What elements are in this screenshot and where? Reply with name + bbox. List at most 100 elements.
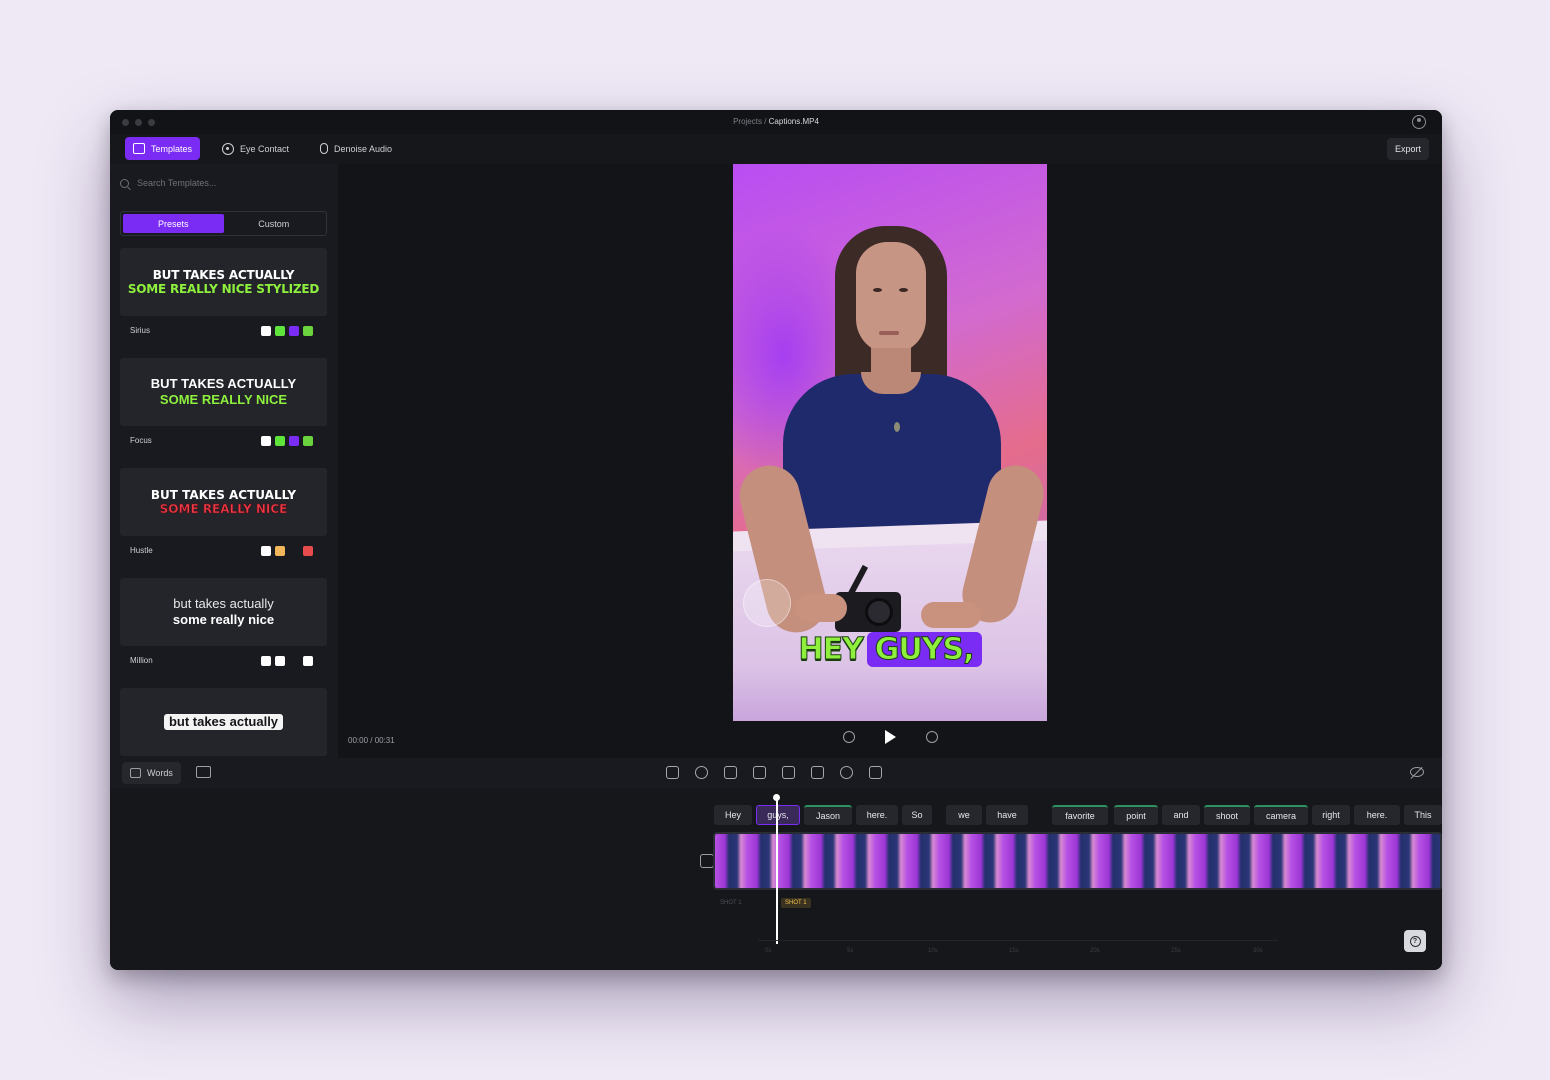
playback-controls (843, 730, 938, 744)
preview-line-2: SOME REALLY NICE (159, 392, 288, 407)
top-toolbar: Templates Eye Contact Denoise Audio (110, 134, 1442, 164)
eye-icon (222, 142, 234, 155)
tab-custom[interactable]: Custom (224, 214, 325, 233)
color-swatch[interactable] (303, 546, 313, 556)
title-bar: Projects / Captions.MP4 (110, 110, 1442, 134)
ruler-tick: 5s (847, 948, 854, 954)
template-name: Million (130, 656, 153, 665)
word-chip-selected[interactable]: guys, (756, 805, 800, 825)
color-swatch[interactable] (275, 546, 285, 556)
caption-overlay[interactable]: HEY GUYS, (733, 632, 1047, 668)
word-chip[interactable]: and (1162, 805, 1200, 825)
time-ruler (758, 940, 1278, 941)
word-chip[interactable]: camera (1254, 805, 1308, 825)
person-mouth (879, 331, 899, 335)
word-chip[interactable]: have (986, 805, 1028, 825)
person-eye (899, 288, 908, 292)
word-chip[interactable]: This (1404, 805, 1442, 825)
template-name: Hustle (130, 546, 153, 555)
preview-line-2: SOME REALLY NICE (159, 502, 288, 517)
color-swatch[interactable] (275, 656, 285, 666)
template-card-pill[interactable]: but takes actually (120, 688, 327, 758)
add-media-icon[interactable] (666, 766, 679, 779)
ruler-tick: 15s (1009, 948, 1019, 954)
color-swatch[interactable] (289, 436, 299, 446)
color-swatch[interactable] (303, 326, 313, 336)
help-button[interactable]: ? (1404, 930, 1426, 952)
word-chip[interactable]: we (946, 805, 982, 825)
ruler-tick: 10s (928, 948, 938, 954)
hide-icon[interactable] (1410, 767, 1424, 777)
denoise-audio-button[interactable]: Denoise Audio (312, 137, 400, 160)
audio-icon[interactable] (782, 766, 795, 779)
template-card-sirius[interactable]: BUT TAKES ACTUALLY SOME REALLY NICE STYL… (120, 248, 327, 348)
timeline: Hey guys, Jason here. So we have favorit… (110, 788, 1442, 970)
color-swatch[interactable] (261, 656, 271, 666)
preset-custom-toggle: Presets Custom (120, 211, 327, 236)
profile-icon[interactable] (1412, 115, 1426, 129)
template-preview: BUT TAKES ACTUALLY SOME REALLY NICE STYL… (120, 248, 327, 316)
color-swatch-empty (289, 546, 299, 556)
word-chip[interactable]: here. (856, 805, 898, 825)
template-card-hustle[interactable]: BUT TAKES ACTUALLY SOME REALLY NICE Hust… (120, 468, 327, 568)
word-chip[interactable]: right (1312, 805, 1350, 825)
eye-contact-button[interactable]: Eye Contact (214, 137, 297, 160)
color-swatch[interactable] (261, 436, 271, 446)
caption-word-highlighted: GUYS, (866, 632, 982, 668)
sparkle-icon[interactable] (695, 766, 708, 779)
word-chip[interactable]: Hey (714, 805, 752, 825)
person-hand-left (795, 594, 847, 622)
preview-line-1: BUT TAKES ACTUALLY (152, 267, 295, 282)
caption-word: HEY (798, 632, 864, 668)
color-swatch[interactable] (261, 326, 271, 336)
color-swatch[interactable] (289, 326, 299, 336)
forward-icon[interactable] (926, 731, 938, 743)
camera-lens (865, 598, 893, 626)
color-swatch[interactable] (303, 436, 313, 446)
word-chip[interactable]: point (1114, 805, 1158, 825)
template-card-focus[interactable]: BUT TAKES ACTUALLY SOME REALLY NICE Focu… (120, 358, 327, 458)
touch-indicator (743, 579, 791, 627)
color-swatches (261, 436, 313, 446)
frame-icon[interactable] (811, 766, 824, 779)
word-chip[interactable]: here. (1354, 805, 1400, 825)
trash-icon[interactable] (869, 766, 882, 779)
crop-icon[interactable] (753, 766, 766, 779)
tab-presets[interactable]: Presets (123, 214, 224, 233)
shot-label: SHOT 1 (720, 900, 742, 906)
templates-icon (133, 143, 145, 154)
rewind-icon[interactable] (843, 731, 855, 743)
color-swatch[interactable] (261, 546, 271, 556)
color-swatches (261, 656, 313, 666)
templates-button[interactable]: Templates (125, 137, 201, 160)
word-chip[interactable]: shoot (1204, 805, 1250, 825)
playhead[interactable] (773, 794, 779, 944)
template-search[interactable]: Search Templates... (120, 174, 328, 192)
ruler-tick: 0s (765, 948, 772, 954)
color-swatch[interactable] (275, 326, 285, 336)
link-icon[interactable] (700, 854, 714, 868)
app-window: Projects / Captions.MP4 Templates Eye Co… (110, 110, 1442, 970)
color-swatch[interactable] (275, 436, 285, 446)
fullscreen-icon[interactable] (724, 766, 737, 779)
play-icon[interactable] (885, 730, 896, 744)
microphone-icon (320, 143, 328, 154)
color-swatch[interactable] (303, 656, 313, 666)
word-chip[interactable]: Jason (804, 805, 852, 825)
color-swatch-empty (289, 656, 299, 666)
template-card-million[interactable]: but takes actually some really nice Mill… (120, 578, 327, 678)
emoji-icon[interactable] (840, 766, 853, 779)
timeline-toolbar: Words (110, 758, 1442, 788)
export-button[interactable]: Export (1386, 138, 1429, 160)
breadcrumb-root[interactable]: Projects / (733, 117, 766, 126)
word-chip[interactable]: So (902, 805, 932, 825)
word-chip[interactable]: favorite (1052, 805, 1108, 825)
video-clip-track[interactable] (713, 832, 1442, 890)
breadcrumb: Projects / Captions.MP4 (110, 117, 1442, 126)
breadcrumb-file: Captions.MP4 (768, 117, 819, 126)
video-frame[interactable]: HEY GUYS, (733, 164, 1047, 721)
closed-captions-icon[interactable] (196, 766, 211, 778)
shot-label-current[interactable]: SHOT 1 (781, 898, 811, 908)
words-button[interactable]: Words (122, 762, 181, 784)
search-input[interactable]: Search Templates... (137, 178, 216, 188)
